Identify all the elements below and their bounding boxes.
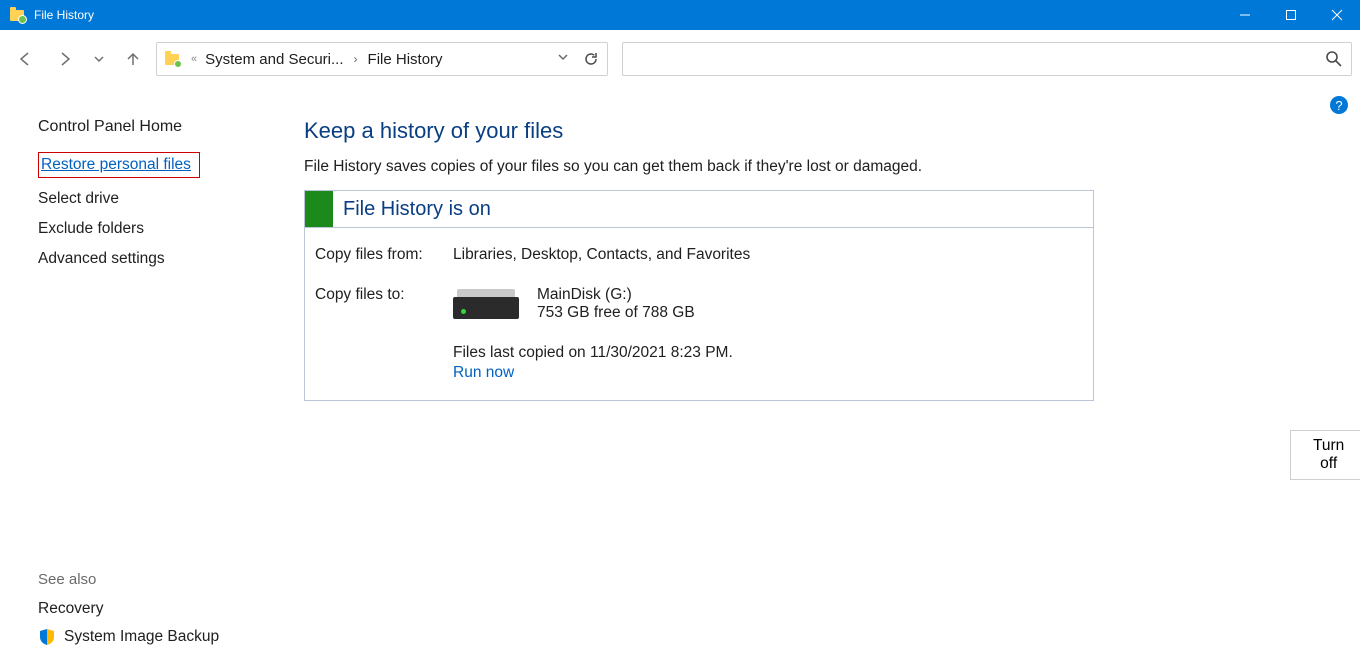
page-description: File History saves copies of your files … <box>304 158 1330 176</box>
copy-from-label: Copy files from: <box>315 246 453 264</box>
close-button[interactable] <box>1314 0 1360 30</box>
status-panel: File History is on Copy files from: Libr… <box>304 190 1094 401</box>
sidebar: Control Panel Home Restore personal file… <box>0 88 290 670</box>
address-bar[interactable]: « System and Securi... › File History <box>156 42 608 76</box>
breadcrumb-file-history[interactable]: File History <box>368 51 443 68</box>
navigation-toolbar: « System and Securi... › File History <box>0 30 1360 88</box>
breadcrumb-sep: « <box>191 53 197 65</box>
last-copied-text: Files last copied on 11/30/2021 8:23 PM. <box>453 344 1083 362</box>
recent-locations-button[interactable] <box>88 42 110 76</box>
see-also-recovery[interactable]: Recovery <box>38 600 219 618</box>
chevron-right-icon[interactable]: › <box>352 52 360 66</box>
back-button[interactable] <box>8 42 42 76</box>
copy-to-label: Copy files to: <box>315 286 453 322</box>
search-box[interactable] <box>622 42 1352 76</box>
see-also-label: See also <box>38 571 219 588</box>
minimize-button[interactable] <box>1222 0 1268 30</box>
window-titlebar: File History <box>0 0 1360 30</box>
refresh-button[interactable] <box>581 49 601 69</box>
location-icon <box>163 49 183 69</box>
main-content: Keep a history of your files File Histor… <box>290 88 1360 670</box>
status-indicator-on <box>305 191 333 227</box>
sidebar-item-advanced-settings[interactable]: Advanced settings <box>38 250 290 268</box>
up-button[interactable] <box>116 42 150 76</box>
forward-button[interactable] <box>48 42 82 76</box>
see-also-system-image-backup[interactable]: System Image Backup <box>38 628 219 646</box>
shield-icon <box>38 628 56 646</box>
control-panel-home-link[interactable]: Control Panel Home <box>38 118 290 136</box>
see-also-system-image-backup-label: System Image Backup <box>64 628 219 646</box>
window-title: File History <box>34 0 94 30</box>
turn-off-button[interactable]: Turn off <box>1290 430 1360 480</box>
see-also-recovery-label: Recovery <box>38 600 103 618</box>
sidebar-item-select-drive[interactable]: Select drive <box>38 190 290 208</box>
sidebar-item-restore-personal-files[interactable]: Restore personal files <box>38 152 200 178</box>
run-now-link[interactable]: Run now <box>453 364 514 382</box>
status-title: File History is on <box>333 198 491 221</box>
copy-from-value: Libraries, Desktop, Contacts, and Favori… <box>453 246 750 264</box>
maximize-button[interactable] <box>1268 0 1314 30</box>
disk-free-space: 753 GB free of 788 GB <box>537 304 695 322</box>
sidebar-item-exclude-folders[interactable]: Exclude folders <box>38 220 290 238</box>
file-history-app-icon <box>8 5 28 25</box>
search-input[interactable] <box>623 43 1351 75</box>
search-icon <box>1325 50 1343 73</box>
disk-drive-icon <box>453 289 519 319</box>
page-heading: Keep a history of your files <box>304 118 1330 144</box>
breadcrumb-system-security[interactable]: System and Securi... <box>205 51 343 68</box>
address-dropdown-button[interactable] <box>553 50 573 68</box>
disk-name: MainDisk (G:) <box>537 286 695 304</box>
